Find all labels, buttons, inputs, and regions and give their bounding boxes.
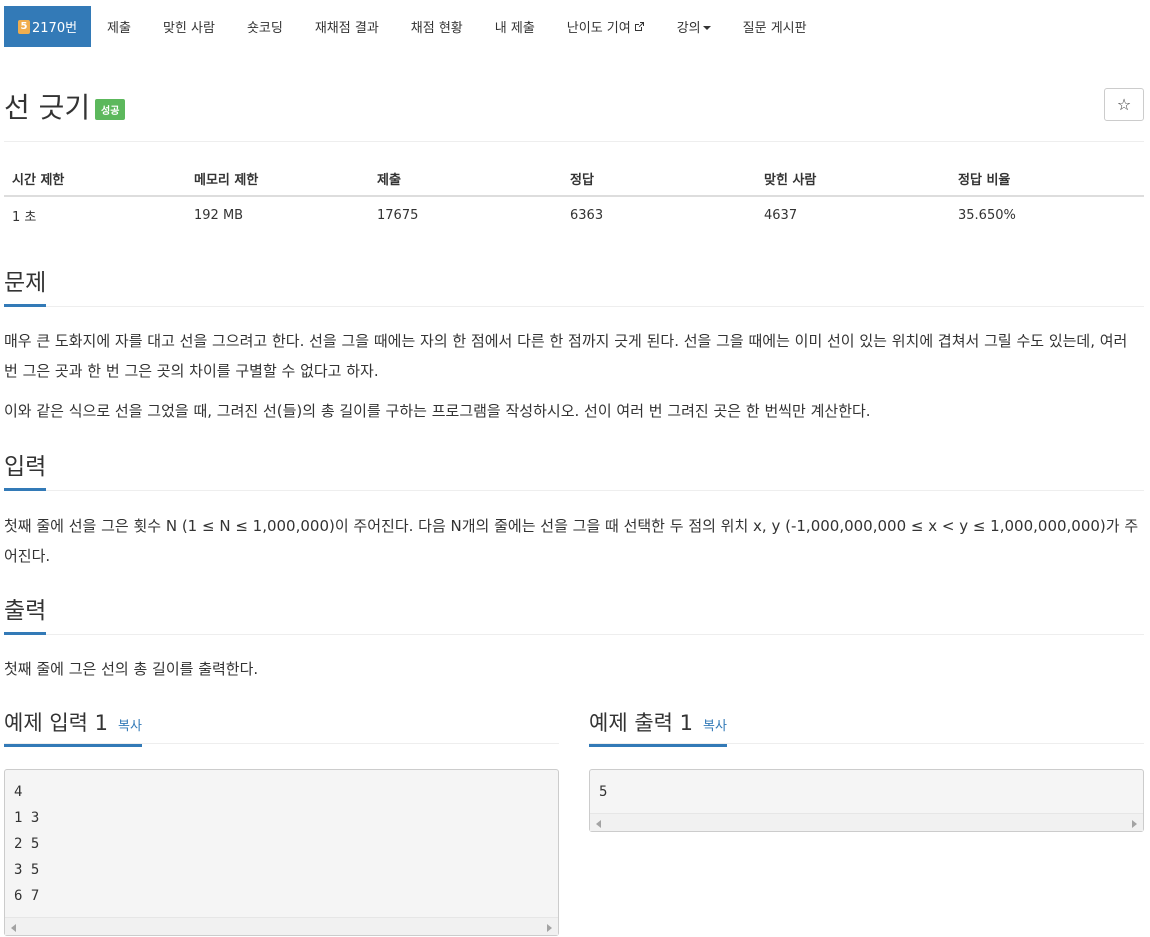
sample-output-box[interactable]: 5 (589, 769, 1144, 832)
nav-short-coding-label: 숏코딩 (246, 21, 283, 36)
table-header-row: 시간 제한 메모리 제한 제출 정답 맞힌 사람 정답 비율 (4, 162, 1144, 197)
sample-input-line: 2 5 (14, 836, 40, 852)
sample-output-heading: 예제 출력 1 복사 (589, 707, 727, 747)
cell-time-limit: 1 초 (12, 209, 37, 225)
description-paragraph-1: 매우 큰 도화지에 자를 대고 선을 그으려고 한다. 선을 그을 때에는 자의… (4, 332, 1128, 380)
problem-title-row: 선 긋기 성공 ☆ (4, 80, 1144, 140)
chevron-down-icon (702, 25, 711, 30)
sample-input-line: 3 5 (14, 862, 40, 878)
nav-difficulty-contribution[interactable]: 난이도 기여 (551, 6, 661, 47)
nav-judge-status[interactable]: 채점 현황 (395, 6, 479, 47)
nav-judge-status-label: 채점 현황 (410, 21, 463, 36)
description-paragraph-2: 이와 같은 식으로 선을 그었을 때, 그려진 선(들)의 총 길이를 구하는 … (4, 402, 871, 420)
nav-lectures-label: 강의 (676, 21, 701, 36)
table-row: 1 초 192 MB 17675 6363 4637 35.650% (4, 196, 1144, 233)
header-memory-limit: 메모리 제한 (186, 162, 369, 197)
problem-nav: 5 2170번 제출 맞힌 사람 숏코딩 재채점 결과 채점 현황 내 제출 난… (0, 0, 1150, 54)
section-divider (4, 490, 1144, 491)
cell-ratio: 35.650% (958, 207, 1016, 223)
status-badge: 성공 (95, 99, 126, 120)
sample-input-line: 6 7 (14, 888, 40, 904)
header-solvers: 맞힌 사람 (756, 162, 950, 197)
sample-input-line: 4 (14, 784, 23, 800)
tier-badge-icon: 5 (18, 19, 30, 34)
description-heading: 문제 (4, 263, 47, 307)
header-ratio: 정답 비율 (950, 162, 1144, 197)
sample-input-head: 예제 입력 1 복사 (4, 707, 559, 747)
scroll-right-icon[interactable] (1132, 820, 1137, 828)
scroll-right-icon[interactable] (547, 924, 552, 932)
output-section-head: 출력 (4, 591, 1144, 635)
sample-input-title: 예제 입력 1 (4, 711, 108, 735)
sample-input-line: 1 3 (14, 810, 40, 826)
output-description: 첫째 줄에 그은 선의 총 길이를 출력한다. (4, 660, 259, 678)
section-divider (4, 306, 1144, 307)
nav-rejudge-results[interactable]: 재채점 결과 (299, 6, 395, 47)
nav-problem-number[interactable]: 5 2170번 (4, 6, 92, 47)
copy-output-button[interactable]: 복사 (703, 719, 727, 734)
nav-submit-label: 제출 (107, 21, 131, 36)
sample-input-heading: 예제 입력 1 복사 (4, 707, 142, 747)
input-description: 첫째 줄에 선을 그은 횟수 N (1 ≤ N ≤ 1,000,000)이 주어… (4, 517, 1139, 565)
scroll-left-icon[interactable] (11, 924, 16, 932)
nav-my-submissions-label: 내 제출 (494, 21, 535, 36)
sample-output-head: 예제 출력 1 복사 (589, 707, 1144, 747)
nav-solvers-label: 맞힌 사람 (162, 21, 215, 36)
input-heading: 입력 (4, 447, 47, 491)
nav-lectures-dropdown[interactable]: 강의 (661, 6, 727, 47)
sample-output-title: 예제 출력 1 (589, 711, 693, 735)
star-icon: ☆ (1116, 95, 1132, 114)
nav-my-submissions[interactable]: 내 제출 (479, 6, 551, 47)
sample-output-line: 5 (599, 784, 608, 800)
page-title: 선 긋기 (4, 91, 91, 124)
header-accepted: 정답 (562, 162, 756, 197)
nav-short-coding[interactable]: 숏코딩 (231, 6, 299, 47)
nav-rejudge-label: 재채점 결과 (314, 21, 379, 36)
nav-question-board[interactable]: 질문 게시판 (727, 6, 823, 47)
nav-question-board-label: 질문 게시판 (742, 21, 807, 36)
nav-solvers[interactable]: 맞힌 사람 (147, 6, 231, 47)
sample-input-box[interactable]: 4 1 3 2 5 3 5 6 7 (4, 769, 559, 936)
section-divider (4, 634, 1144, 635)
header-time-limit: 시간 제한 (4, 162, 186, 197)
cell-accepted: 6363 (570, 207, 604, 223)
output-heading: 출력 (4, 591, 47, 635)
cell-memory-limit: 192 MB (194, 207, 244, 223)
description-section-head: 문제 (4, 263, 1144, 307)
header-submissions: 제출 (369, 162, 562, 197)
copy-input-button[interactable]: 복사 (118, 719, 142, 734)
nav-submit[interactable]: 제출 (91, 6, 147, 47)
cell-submissions: 17675 (377, 207, 419, 223)
problem-info-table: 시간 제한 메모리 제한 제출 정답 맞힌 사람 정답 비율 1 초 192 M… (4, 162, 1144, 233)
external-link-icon (634, 21, 644, 31)
cell-solvers: 4637 (764, 207, 798, 223)
nav-problem-number-label: 2170번 (32, 21, 78, 36)
sample-output-block: 예제 출력 1 복사 5 (589, 707, 1144, 832)
sample-input-block: 예제 입력 1 복사 4 1 3 2 5 3 5 6 7 (4, 707, 559, 936)
input-section-head: 입력 (4, 447, 1144, 491)
favorite-star-button[interactable]: ☆ (1104, 88, 1144, 121)
title-divider (4, 141, 1144, 142)
horizontal-scrollbar[interactable] (590, 813, 1143, 831)
horizontal-scrollbar[interactable] (5, 917, 558, 935)
nav-difficulty-label: 난이도 기여 (566, 21, 631, 36)
scroll-left-icon[interactable] (596, 820, 601, 828)
